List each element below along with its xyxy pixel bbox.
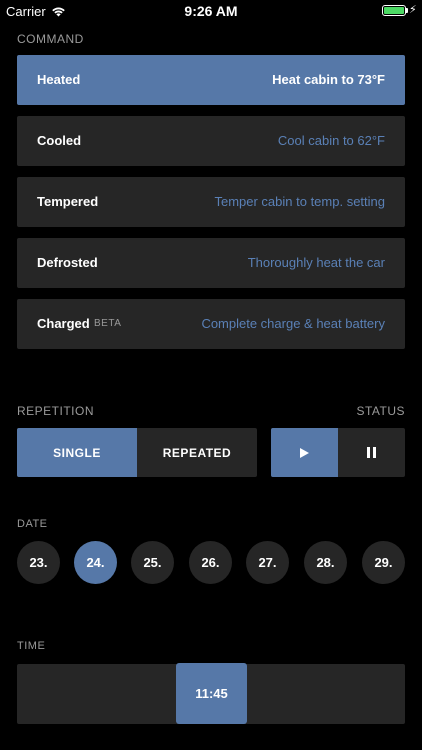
- date-day-28[interactable]: 28.: [304, 541, 347, 584]
- repetition-single-button[interactable]: SINGLE: [17, 428, 137, 477]
- date-day-24[interactable]: 24.: [74, 541, 117, 584]
- command-description: Temper cabin to temp. setting: [214, 194, 385, 209]
- command-heated[interactable]: Heated Heat cabin to 73°F: [17, 55, 405, 105]
- battery-tip: [406, 8, 408, 13]
- command-cooled[interactable]: Cooled Cool cabin to 62°F: [17, 116, 405, 166]
- command-description: Complete charge & heat battery: [201, 316, 385, 331]
- time-slider-handle[interactable]: 11:45: [176, 663, 247, 724]
- repetition-repeated-button[interactable]: REPEATED: [137, 428, 257, 477]
- date-day-27[interactable]: 27.: [246, 541, 289, 584]
- command-section-label: COMMAND: [17, 32, 84, 46]
- play-button[interactable]: [271, 428, 338, 477]
- command-defrosted[interactable]: Defrosted Thoroughly heat the car: [17, 238, 405, 288]
- play-icon: [300, 447, 309, 458]
- command-description: Heat cabin to 73°F: [272, 72, 385, 87]
- command-charged[interactable]: Charged BETA Complete charge & heat batt…: [17, 299, 405, 349]
- repetition-toggle: SINGLE REPEATED: [17, 428, 257, 477]
- date-section-label: DATE: [17, 518, 48, 530]
- status-section-label: STATUS: [356, 404, 405, 418]
- battery-icon: [382, 5, 406, 16]
- charging-bolt-icon: ⚡: [409, 4, 417, 16]
- command-name: Charged: [37, 316, 90, 331]
- pause-button[interactable]: [338, 428, 405, 477]
- clock: 9:26 AM: [184, 3, 238, 19]
- command-name: Defrosted: [37, 255, 98, 270]
- date-day-25[interactable]: 25.: [131, 541, 174, 584]
- date-day-23[interactable]: 23.: [17, 541, 60, 584]
- status-toggle: [271, 428, 405, 477]
- date-day-26[interactable]: 26.: [189, 541, 232, 584]
- pause-icon: [367, 447, 376, 458]
- command-name: Tempered: [37, 194, 99, 209]
- date-day-29[interactable]: 29.: [362, 541, 405, 584]
- command-tempered[interactable]: Tempered Temper cabin to temp. setting: [17, 177, 405, 227]
- status-bar: Carrier 9:26 AM ⚡: [0, 0, 422, 22]
- command-name: Heated: [37, 72, 81, 87]
- command-description: Cool cabin to 62°F: [277, 133, 385, 148]
- command-description: Thoroughly heat the car: [247, 255, 385, 270]
- time-section-label: TIME: [17, 640, 46, 652]
- command-name: Cooled: [37, 133, 82, 148]
- beta-badge: BETA: [94, 318, 122, 329]
- repetition-section-label: REPETITION: [17, 404, 95, 418]
